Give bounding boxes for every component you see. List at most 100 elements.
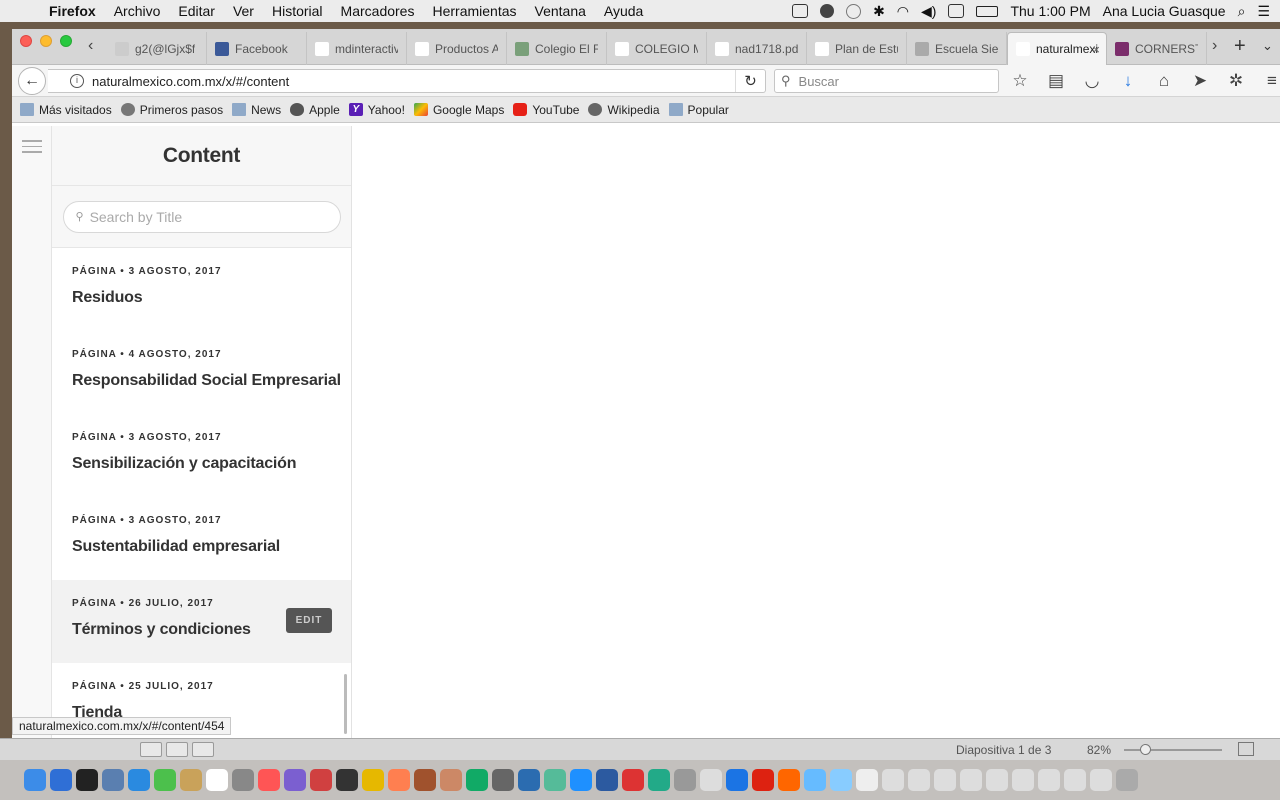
dock-app-icon[interactable] [388,769,410,791]
tab-2[interactable]: mdinteractive.c [307,32,407,65]
bookmark-yahoo[interactable]: Y Yahoo! [348,103,405,117]
bookmark-apple[interactable]: Apple [290,103,340,117]
menu-icon[interactable]: ≡ [1262,71,1280,91]
dock-app-icon[interactable] [492,769,514,791]
dock-app-icon[interactable] [960,769,982,791]
menu-ver[interactable]: Ver [224,3,263,19]
downloads-icon[interactable]: ↓ [1118,71,1138,91]
zoom-slider[interactable] [1124,749,1222,751]
site-info-icon[interactable]: i [70,74,84,88]
home-icon[interactable]: ⌂ [1154,71,1174,91]
dock-app-icon[interactable] [856,769,878,791]
extension-icon[interactable]: ✲ [1226,71,1246,91]
dock-app-icon[interactable] [1012,769,1034,791]
dock-app-icon[interactable] [466,769,488,791]
slide-view-icon[interactable] [140,742,162,757]
search-bar[interactable]: ⚲ Buscar [774,69,999,93]
menu-editar[interactable]: Editar [169,3,224,19]
dock-app-icon[interactable] [102,769,124,791]
dock-app-icon[interactable] [362,769,384,791]
bookmark-primeros-pasos[interactable]: Primeros pasos [120,103,223,117]
dock-app-icon[interactable] [648,769,670,791]
dock-app-icon[interactable] [1038,769,1060,791]
dock-app-icon[interactable] [24,769,46,791]
dock-app-icon[interactable] [206,769,228,791]
dock-app-icon[interactable] [232,769,254,791]
status-circle-icon[interactable] [820,4,835,18]
dock-app-icon[interactable] [778,769,800,791]
dock-app-icon[interactable] [752,769,774,791]
tab-scroll-left-icon[interactable]: ‹ [88,37,93,55]
dock-app-icon[interactable] [986,769,1008,791]
tab-10[interactable]: CORNERST [1107,32,1207,65]
item-title[interactable]: Sensibilización y capacitación [72,455,351,473]
bookmark-popular[interactable]: Popular [668,103,729,117]
dock-app-icon[interactable] [336,769,358,791]
menu-ventana[interactable]: Ventana [526,3,595,19]
dock-app-icon[interactable] [544,769,566,791]
presenter-view-icon[interactable] [192,742,214,757]
dock-app-icon[interactable] [882,769,904,791]
tab-8[interactable]: Escuela Sie [907,32,1007,65]
dock-app-icon[interactable] [284,769,306,791]
close-window-button[interactable] [20,35,32,47]
dock-app-icon[interactable] [908,769,930,791]
bookmark-youtube[interactable]: YouTube [513,103,579,117]
dock-app-icon[interactable] [804,769,826,791]
dock-app-icon[interactable] [440,769,462,791]
tab-list-chevron-icon[interactable]: ⌄ [1262,38,1273,54]
dock-app-icon[interactable] [128,769,150,791]
dock-app-icon[interactable] [674,769,696,791]
keyboard-input-icon[interactable] [948,4,965,18]
dock-app-icon[interactable] [1116,769,1138,791]
bookmark-wikipedia[interactable]: Wikipedia [588,103,660,117]
url-bar[interactable]: i naturalmexico.com.mx/x/#/content ↻ [48,69,766,93]
spotlight-search-icon[interactable]: ⌕ [1238,3,1246,20]
zoom-level[interactable]: 82% [1087,743,1111,757]
bookmark-mas-visitados[interactable]: Más visitados [20,103,112,117]
bookmark-news[interactable]: News [232,103,281,117]
item-title[interactable]: Responsabilidad Social Empresarial [72,372,351,390]
dock-app-icon[interactable] [830,769,852,791]
dock-app-icon[interactable] [180,769,202,791]
notification-center-icon[interactable]: ☰ [1257,3,1270,20]
dock-app-icon[interactable] [622,769,644,791]
bluetooth-icon[interactable]: ✱ [873,3,885,20]
dock-app-icon[interactable] [1090,769,1112,791]
menu-ayuda[interactable]: Ayuda [595,3,652,19]
tab-1[interactable]: Facebook [207,32,307,65]
fullscreen-icon[interactable] [1238,742,1254,756]
tab-7[interactable]: Plan de Estudio [807,32,907,65]
status-app-icon[interactable] [792,4,809,18]
menu-marcadores[interactable]: Marcadores [332,3,424,19]
close-tab-icon[interactable]: × [1092,42,1100,57]
bookmark-star-icon[interactable]: ☆ [1010,71,1030,91]
list-item[interactable]: PÁGINA • 4 AGOSTO, 2017 Responsabilidad S… [52,331,351,414]
tab-scroll-right-icon[interactable]: › [1212,37,1217,55]
scrollbar[interactable] [344,674,347,734]
dock-app-icon[interactable] [726,769,748,791]
hamburger-menu-icon[interactable] [22,140,42,157]
tab-9[interactable]: naturalmexico× [1007,32,1107,65]
wifi-icon[interactable]: ◠ [897,3,909,20]
battery-icon[interactable] [976,5,999,17]
minimize-window-button[interactable] [40,35,52,47]
tab-3[interactable]: Productos Arch [407,32,507,65]
menu-herramientas[interactable]: Herramientas [423,3,525,19]
dock-app-icon[interactable] [518,769,540,791]
menu-archivo[interactable]: Archivo [105,3,170,19]
tab-5[interactable]: COLEGIO MERI [607,32,707,65]
new-tab-button[interactable]: + [1234,35,1246,58]
dock-app-icon[interactable] [570,769,592,791]
dock-app-icon[interactable] [50,769,72,791]
bookmark-google-maps[interactable]: Google Maps [413,103,504,117]
dock-app-icon[interactable] [1064,769,1086,791]
back-button[interactable]: ← [18,67,46,95]
tab-6[interactable]: nad1718.pdf [707,32,807,65]
tab-4[interactable]: Colegio El F [507,32,607,65]
menu-historial[interactable]: Historial [263,3,332,19]
dock-app-icon[interactable] [596,769,618,791]
dock-app-icon[interactable] [700,769,722,791]
item-title[interactable]: Residuos [72,289,351,307]
menu-app-name[interactable]: Firefox [40,3,105,19]
